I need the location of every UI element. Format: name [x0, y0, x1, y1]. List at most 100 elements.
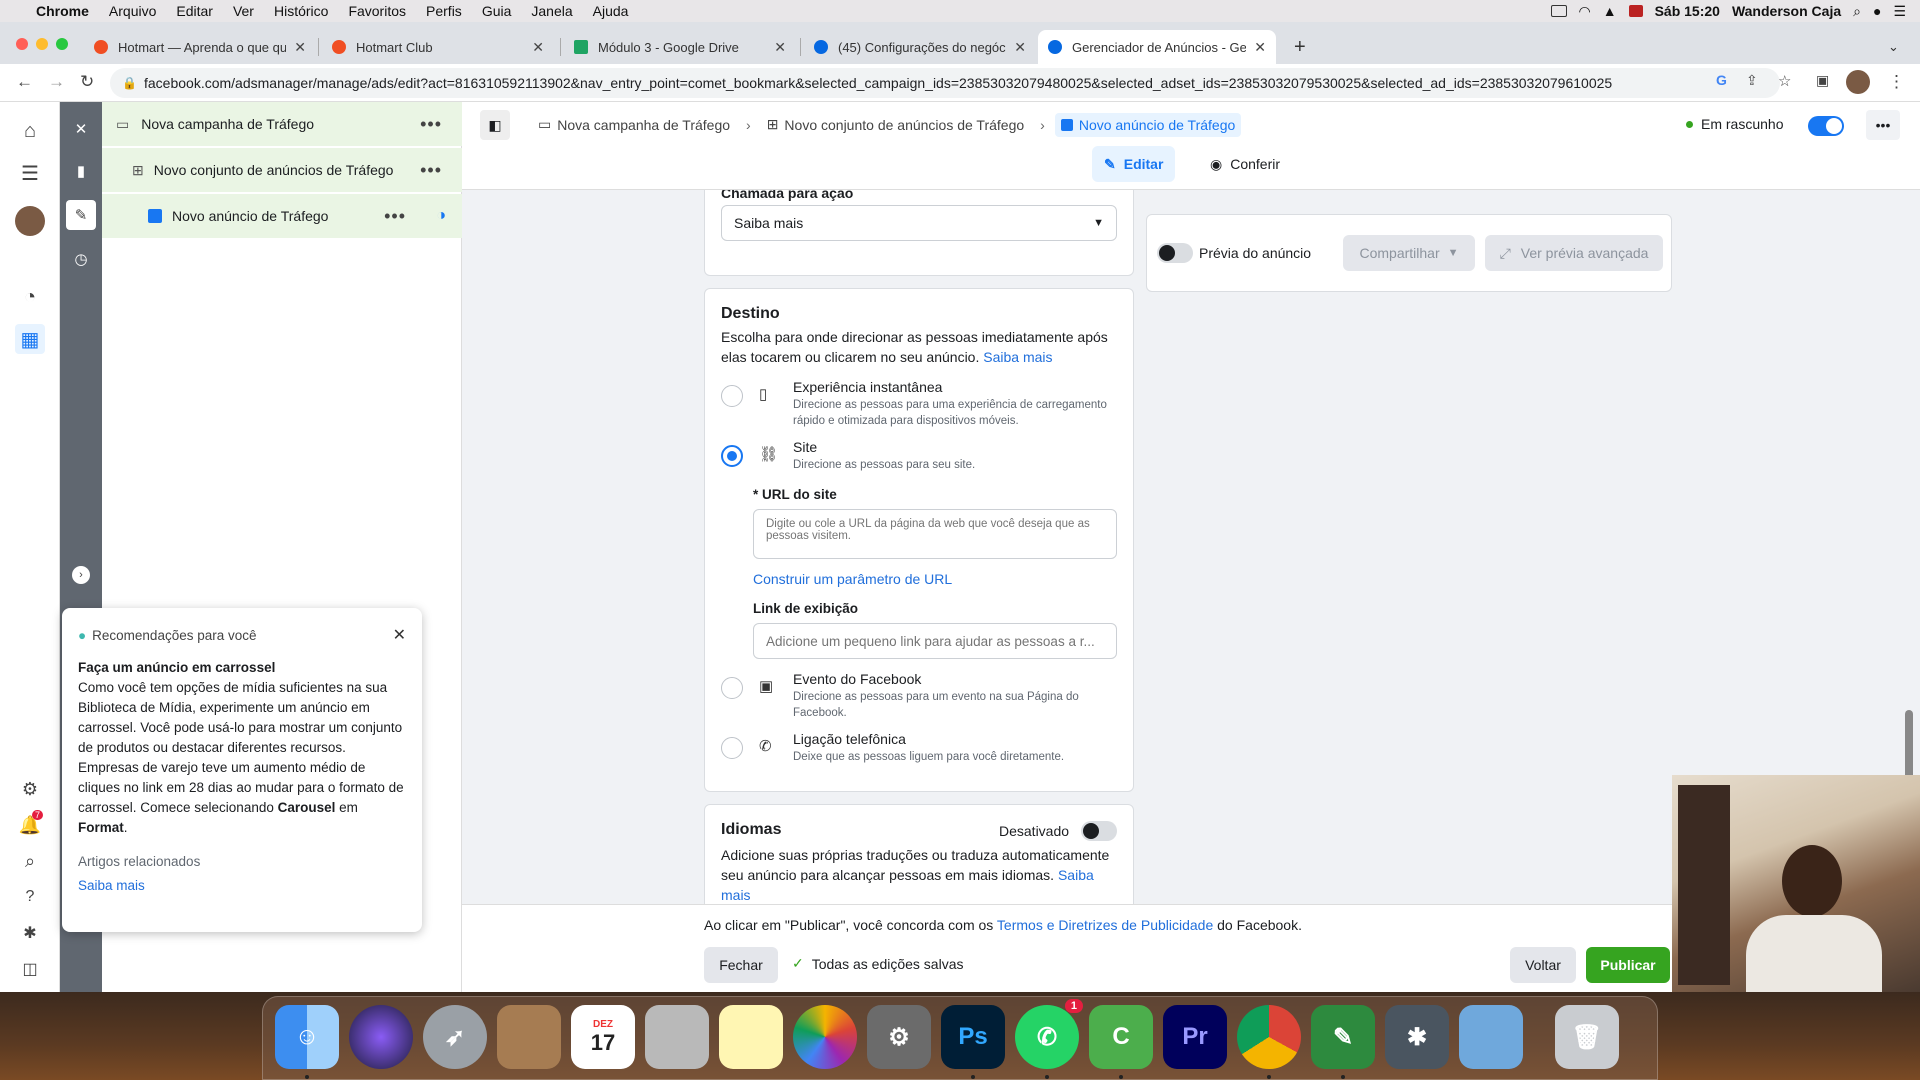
advanced-preview-button[interactable]: ⤢ Ver prévia avançada — [1485, 235, 1663, 271]
spotlight-icon[interactable]: ⌕ — [1853, 3, 1861, 20]
hamburger-menu-icon[interactable]: ☰ — [15, 158, 45, 188]
menu-guia[interactable]: Guia — [482, 3, 512, 19]
photoshop-icon[interactable]: Ps — [941, 1005, 1005, 1069]
radio-phone-call[interactable] — [721, 737, 743, 759]
tab-google-drive[interactable]: Módulo 3 - Google Drive ✕ — [564, 30, 796, 64]
more-icon[interactable]: ••• — [420, 114, 442, 135]
calculator-icon[interactable] — [645, 1005, 709, 1069]
calendar-icon[interactable]: DEZ 17 — [571, 1005, 635, 1069]
destino-learn-more-link[interactable]: Saiba mais — [983, 349, 1052, 365]
volume-icon[interactable]: ▲ — [1603, 3, 1617, 19]
expand-icon[interactable]: › — [72, 566, 90, 584]
chart-icon[interactable]: ▮ — [66, 156, 96, 186]
new-tab-button[interactable]: + — [1284, 30, 1314, 64]
close-button[interactable]: Fechar — [704, 947, 778, 983]
bug-report-icon[interactable]: ✱ — [15, 918, 45, 948]
menu-ajuda[interactable]: Ajuda — [593, 3, 629, 19]
whatsapp-icon[interactable]: ✆ 1 — [1015, 999, 1083, 1069]
tab-hotmart[interactable]: Hotmart — Aprenda o que quis ✕ — [84, 30, 316, 64]
close-editor-icon[interactable]: ✕ — [66, 114, 96, 144]
menubar-user[interactable]: Wanderson Caja — [1732, 3, 1841, 19]
launchpad-icon[interactable]: ➶ — [423, 1005, 487, 1069]
cta-select[interactable]: Saiba mais ▼ — [721, 205, 1117, 241]
more-options-icon[interactable]: ••• — [1866, 110, 1900, 140]
close-icon[interactable]: ✕ — [294, 39, 306, 56]
menu-arquivo[interactable]: Arquivo — [109, 3, 156, 19]
review-tab[interactable]: ◉ Conferir — [1198, 146, 1292, 182]
chrome-menu-icon[interactable]: ⋮ — [1888, 72, 1905, 92]
more-icon[interactable]: ••• — [420, 160, 442, 181]
page-scrollbar[interactable] — [1902, 190, 1916, 910]
tree-ad-row[interactable]: Novo anúncio de Tráfego ••• ◑ — [102, 194, 462, 238]
share-icon[interactable]: ⇪ — [1746, 72, 1758, 89]
close-icon[interactable]: ✕ — [774, 39, 786, 56]
sidebar-icon[interactable]: ▣ — [1816, 72, 1829, 89]
menu-ver[interactable]: Ver — [233, 3, 254, 19]
finder-icon[interactable]: ☺ — [275, 1005, 339, 1069]
menubar-clock[interactable]: Sáb 15:20 — [1655, 3, 1720, 19]
tab-ads-manager[interactable]: Gerenciador de Anúncios - Ger ✕ — [1038, 30, 1276, 64]
account-avatar[interactable] — [15, 206, 45, 236]
url-param-link[interactable]: Construir um parâmetro de URL — [753, 571, 952, 587]
trash-icon[interactable]: 🗑 — [1555, 1005, 1619, 1069]
footer-terms-link[interactable]: Termos e Diretrizes de Publicidade — [997, 917, 1213, 933]
reco-learn-more-link[interactable]: Saiba mais — [78, 876, 406, 896]
screen-icon[interactable] — [1550, 5, 1567, 17]
status-half-icon[interactable]: ◑ — [436, 207, 446, 225]
minimize-window-button[interactable] — [36, 38, 48, 50]
tab-hotmart-club[interactable]: Hotmart Club ✕ — [322, 30, 554, 64]
close-window-button[interactable] — [16, 38, 28, 50]
chrome-icon[interactable] — [1237, 1005, 1301, 1069]
close-icon[interactable]: ✕ — [393, 626, 406, 646]
screen-recorder-icon[interactable]: ✱ — [1385, 1005, 1449, 1069]
settings-icon[interactable]: ⚙ — [15, 774, 45, 804]
notes-icon[interactable] — [719, 1005, 783, 1069]
breadcrumb-adset[interactable]: ⊞ Novo conjunto de anúncios de Tráfego — [761, 112, 1030, 137]
tree-campaign-row[interactable]: ▭ Nova campanha de Tráfego ••• — [102, 102, 462, 146]
reload-icon[interactable]: ↻ — [80, 72, 94, 92]
back-icon[interactable]: ← — [16, 72, 33, 92]
control-center-icon[interactable]: ☰ — [1893, 3, 1906, 20]
history-icon[interactable]: ◷ — [66, 244, 96, 274]
preview-app-icon[interactable] — [1459, 1005, 1523, 1069]
tab-search-icon[interactable]: ⌄ — [1878, 30, 1908, 64]
zoom-window-button[interactable] — [56, 38, 68, 50]
siri-icon[interactable]: ● — [1873, 3, 1881, 19]
menu-historico[interactable]: Histórico — [274, 3, 328, 19]
breadcrumb-ad[interactable]: Novo anúncio de Tráfego — [1054, 112, 1242, 137]
siri-icon[interactable] — [349, 1005, 413, 1069]
forward-icon[interactable]: → — [48, 72, 65, 92]
search-icon[interactable]: ⌕ — [15, 846, 45, 876]
close-icon[interactable]: ✕ — [1014, 39, 1026, 56]
lock-icon[interactable]: 🔒 — [122, 76, 137, 90]
profile-avatar[interactable] — [1846, 70, 1870, 94]
contacts-icon[interactable] — [497, 1005, 561, 1069]
google-icon[interactable]: G — [1716, 72, 1727, 88]
help-icon[interactable]: ? — [15, 882, 45, 912]
campaign-toggle[interactable] — [1808, 116, 1844, 136]
flag-icon[interactable] — [1628, 5, 1643, 17]
premiere-icon[interactable]: Pr — [1163, 1005, 1227, 1069]
menu-app-name[interactable]: Chrome — [36, 3, 89, 19]
idiomas-toggle[interactable] — [1081, 821, 1117, 841]
breadcrumb-campaign[interactable]: ▭ Nova campanha de Tráfego — [532, 112, 736, 137]
wifi-icon[interactable]: ◠ — [1579, 3, 1591, 20]
collapse-panel-icon[interactable]: ◫ — [15, 954, 45, 984]
toggle-tree-icon[interactable]: ◧ — [480, 110, 510, 140]
tab-configuracoes[interactable]: (45) Configurações do negócio ✕ — [804, 30, 1036, 64]
mobizen-icon[interactable]: C — [1089, 1005, 1153, 1069]
edit-tab[interactable]: ✎ Editar — [1092, 146, 1176, 182]
home-icon[interactable]: ⌂ — [15, 116, 45, 146]
menu-janela[interactable]: Janela — [531, 3, 572, 19]
close-icon[interactable]: ✕ — [1254, 39, 1266, 56]
tree-adset-row[interactable]: ⊞ Novo conjunto de anúncios de Tráfego •… — [102, 148, 462, 192]
menu-editar[interactable]: Editar — [176, 3, 213, 19]
edit-pencil-icon[interactable]: ✎ — [66, 200, 96, 230]
ads-manager-table-icon[interactable]: ▦ — [15, 324, 45, 354]
radio-site[interactable] — [721, 445, 743, 467]
radio-facebook-event[interactable] — [721, 677, 743, 699]
menu-favoritos[interactable]: Favoritos — [348, 3, 406, 19]
publish-button[interactable]: Publicar — [1586, 947, 1670, 983]
preview-toggle[interactable] — [1157, 243, 1193, 263]
menu-perfis[interactable]: Perfis — [426, 3, 462, 19]
